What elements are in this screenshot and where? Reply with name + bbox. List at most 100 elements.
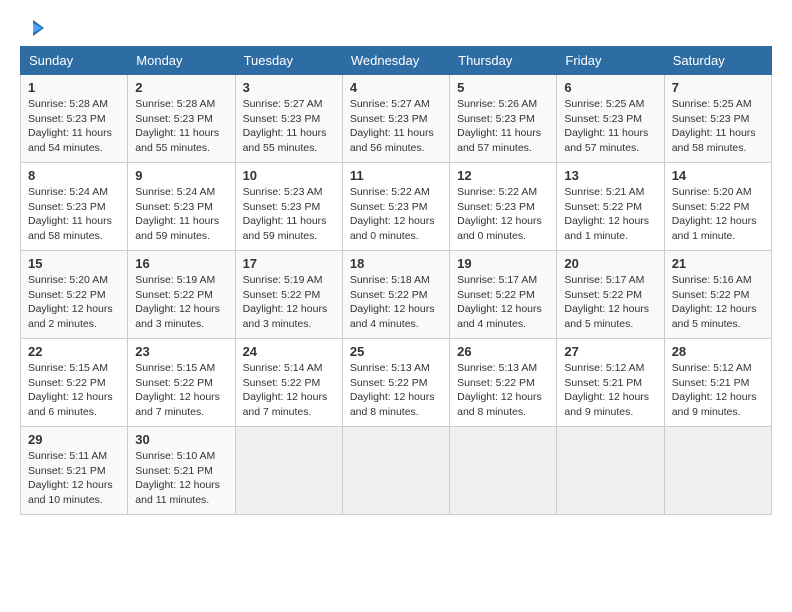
calendar-cell (342, 427, 449, 515)
day-number: 22 (28, 344, 120, 359)
day-number: 29 (28, 432, 120, 447)
calendar-cell: 21 Sunrise: 5:16 AMSunset: 5:22 PMDaylig… (664, 251, 771, 339)
day-header-saturday: Saturday (664, 47, 771, 75)
calendar-cell: 6 Sunrise: 5:25 AMSunset: 5:23 PMDayligh… (557, 75, 664, 163)
calendar-cell: 10 Sunrise: 5:23 AMSunset: 5:23 PMDaylig… (235, 163, 342, 251)
calendar-cell (235, 427, 342, 515)
day-number: 24 (243, 344, 335, 359)
day-detail: Sunrise: 5:13 AMSunset: 5:22 PMDaylight:… (457, 362, 542, 418)
calendar-cell: 12 Sunrise: 5:22 AMSunset: 5:23 PMDaylig… (450, 163, 557, 251)
calendar-cell: 16 Sunrise: 5:19 AMSunset: 5:22 PMDaylig… (128, 251, 235, 339)
day-detail: Sunrise: 5:11 AMSunset: 5:21 PMDaylight:… (28, 450, 113, 506)
day-number: 25 (350, 344, 442, 359)
day-detail: Sunrise: 5:12 AMSunset: 5:21 PMDaylight:… (672, 362, 757, 418)
calendar-week-1: 1 Sunrise: 5:28 AMSunset: 5:23 PMDayligh… (21, 75, 772, 163)
calendar-cell (664, 427, 771, 515)
calendar-cell (450, 427, 557, 515)
calendar-cell: 4 Sunrise: 5:27 AMSunset: 5:23 PMDayligh… (342, 75, 449, 163)
day-detail: Sunrise: 5:23 AMSunset: 5:23 PMDaylight:… (243, 186, 327, 242)
day-number: 12 (457, 168, 549, 183)
day-detail: Sunrise: 5:18 AMSunset: 5:22 PMDaylight:… (350, 274, 435, 330)
day-number: 1 (28, 80, 120, 95)
logo (20, 20, 44, 36)
logo-flag-icon (22, 20, 44, 36)
day-number: 15 (28, 256, 120, 271)
day-number: 21 (672, 256, 764, 271)
day-detail: Sunrise: 5:17 AMSunset: 5:22 PMDaylight:… (457, 274, 542, 330)
day-number: 19 (457, 256, 549, 271)
day-number: 17 (243, 256, 335, 271)
day-detail: Sunrise: 5:14 AMSunset: 5:22 PMDaylight:… (243, 362, 328, 418)
day-detail: Sunrise: 5:10 AMSunset: 5:21 PMDaylight:… (135, 450, 220, 506)
day-detail: Sunrise: 5:28 AMSunset: 5:23 PMDaylight:… (28, 98, 112, 154)
calendar-header: SundayMondayTuesdayWednesdayThursdayFrid… (21, 47, 772, 75)
day-number: 6 (564, 80, 656, 95)
calendar-cell: 11 Sunrise: 5:22 AMSunset: 5:23 PMDaylig… (342, 163, 449, 251)
day-detail: Sunrise: 5:20 AMSunset: 5:22 PMDaylight:… (28, 274, 113, 330)
calendar-cell: 13 Sunrise: 5:21 AMSunset: 5:22 PMDaylig… (557, 163, 664, 251)
calendar-cell: 8 Sunrise: 5:24 AMSunset: 5:23 PMDayligh… (21, 163, 128, 251)
day-detail: Sunrise: 5:19 AMSunset: 5:22 PMDaylight:… (243, 274, 328, 330)
day-number: 26 (457, 344, 549, 359)
day-number: 20 (564, 256, 656, 271)
day-number: 14 (672, 168, 764, 183)
day-number: 28 (672, 344, 764, 359)
day-detail: Sunrise: 5:26 AMSunset: 5:23 PMDaylight:… (457, 98, 541, 154)
day-number: 4 (350, 80, 442, 95)
day-detail: Sunrise: 5:21 AMSunset: 5:22 PMDaylight:… (564, 186, 649, 242)
calendar-cell: 15 Sunrise: 5:20 AMSunset: 5:22 PMDaylig… (21, 251, 128, 339)
calendar-cell: 1 Sunrise: 5:28 AMSunset: 5:23 PMDayligh… (21, 75, 128, 163)
day-number: 27 (564, 344, 656, 359)
day-detail: Sunrise: 5:13 AMSunset: 5:22 PMDaylight:… (350, 362, 435, 418)
day-header-thursday: Thursday (450, 47, 557, 75)
calendar-cell: 25 Sunrise: 5:13 AMSunset: 5:22 PMDaylig… (342, 339, 449, 427)
calendar-cell: 3 Sunrise: 5:27 AMSunset: 5:23 PMDayligh… (235, 75, 342, 163)
day-detail: Sunrise: 5:17 AMSunset: 5:22 PMDaylight:… (564, 274, 649, 330)
calendar-cell: 5 Sunrise: 5:26 AMSunset: 5:23 PMDayligh… (450, 75, 557, 163)
day-detail: Sunrise: 5:16 AMSunset: 5:22 PMDaylight:… (672, 274, 757, 330)
calendar-cell: 20 Sunrise: 5:17 AMSunset: 5:22 PMDaylig… (557, 251, 664, 339)
day-number: 10 (243, 168, 335, 183)
day-number: 13 (564, 168, 656, 183)
day-number: 9 (135, 168, 227, 183)
day-number: 16 (135, 256, 227, 271)
day-detail: Sunrise: 5:12 AMSunset: 5:21 PMDaylight:… (564, 362, 649, 418)
calendar-cell: 22 Sunrise: 5:15 AMSunset: 5:22 PMDaylig… (21, 339, 128, 427)
day-number: 18 (350, 256, 442, 271)
day-number: 7 (672, 80, 764, 95)
calendar-cell: 2 Sunrise: 5:28 AMSunset: 5:23 PMDayligh… (128, 75, 235, 163)
calendar-cell: 23 Sunrise: 5:15 AMSunset: 5:22 PMDaylig… (128, 339, 235, 427)
day-number: 5 (457, 80, 549, 95)
calendar-week-3: 15 Sunrise: 5:20 AMSunset: 5:22 PMDaylig… (21, 251, 772, 339)
day-detail: Sunrise: 5:25 AMSunset: 5:23 PMDaylight:… (564, 98, 648, 154)
calendar-cell: 7 Sunrise: 5:25 AMSunset: 5:23 PMDayligh… (664, 75, 771, 163)
day-detail: Sunrise: 5:27 AMSunset: 5:23 PMDaylight:… (350, 98, 434, 154)
day-detail: Sunrise: 5:25 AMSunset: 5:23 PMDaylight:… (672, 98, 756, 154)
calendar-cell: 18 Sunrise: 5:18 AMSunset: 5:22 PMDaylig… (342, 251, 449, 339)
day-detail: Sunrise: 5:24 AMSunset: 5:23 PMDaylight:… (135, 186, 219, 242)
day-header-sunday: Sunday (21, 47, 128, 75)
day-detail: Sunrise: 5:19 AMSunset: 5:22 PMDaylight:… (135, 274, 220, 330)
calendar-cell: 26 Sunrise: 5:13 AMSunset: 5:22 PMDaylig… (450, 339, 557, 427)
calendar-cell: 28 Sunrise: 5:12 AMSunset: 5:21 PMDaylig… (664, 339, 771, 427)
day-detail: Sunrise: 5:27 AMSunset: 5:23 PMDaylight:… (243, 98, 327, 154)
day-number: 3 (243, 80, 335, 95)
day-number: 23 (135, 344, 227, 359)
calendar-cell: 19 Sunrise: 5:17 AMSunset: 5:22 PMDaylig… (450, 251, 557, 339)
day-detail: Sunrise: 5:28 AMSunset: 5:23 PMDaylight:… (135, 98, 219, 154)
day-detail: Sunrise: 5:22 AMSunset: 5:23 PMDaylight:… (457, 186, 542, 242)
calendar-cell: 30 Sunrise: 5:10 AMSunset: 5:21 PMDaylig… (128, 427, 235, 515)
calendar-week-4: 22 Sunrise: 5:15 AMSunset: 5:22 PMDaylig… (21, 339, 772, 427)
day-number: 2 (135, 80, 227, 95)
calendar-cell: 24 Sunrise: 5:14 AMSunset: 5:22 PMDaylig… (235, 339, 342, 427)
day-number: 8 (28, 168, 120, 183)
day-header-friday: Friday (557, 47, 664, 75)
day-header-wednesday: Wednesday (342, 47, 449, 75)
calendar-cell: 14 Sunrise: 5:20 AMSunset: 5:22 PMDaylig… (664, 163, 771, 251)
calendar-cell: 9 Sunrise: 5:24 AMSunset: 5:23 PMDayligh… (128, 163, 235, 251)
calendar-cell: 17 Sunrise: 5:19 AMSunset: 5:22 PMDaylig… (235, 251, 342, 339)
day-detail: Sunrise: 5:15 AMSunset: 5:22 PMDaylight:… (28, 362, 113, 418)
day-number: 30 (135, 432, 227, 447)
calendar-cell: 27 Sunrise: 5:12 AMSunset: 5:21 PMDaylig… (557, 339, 664, 427)
calendar-week-5: 29 Sunrise: 5:11 AMSunset: 5:21 PMDaylig… (21, 427, 772, 515)
